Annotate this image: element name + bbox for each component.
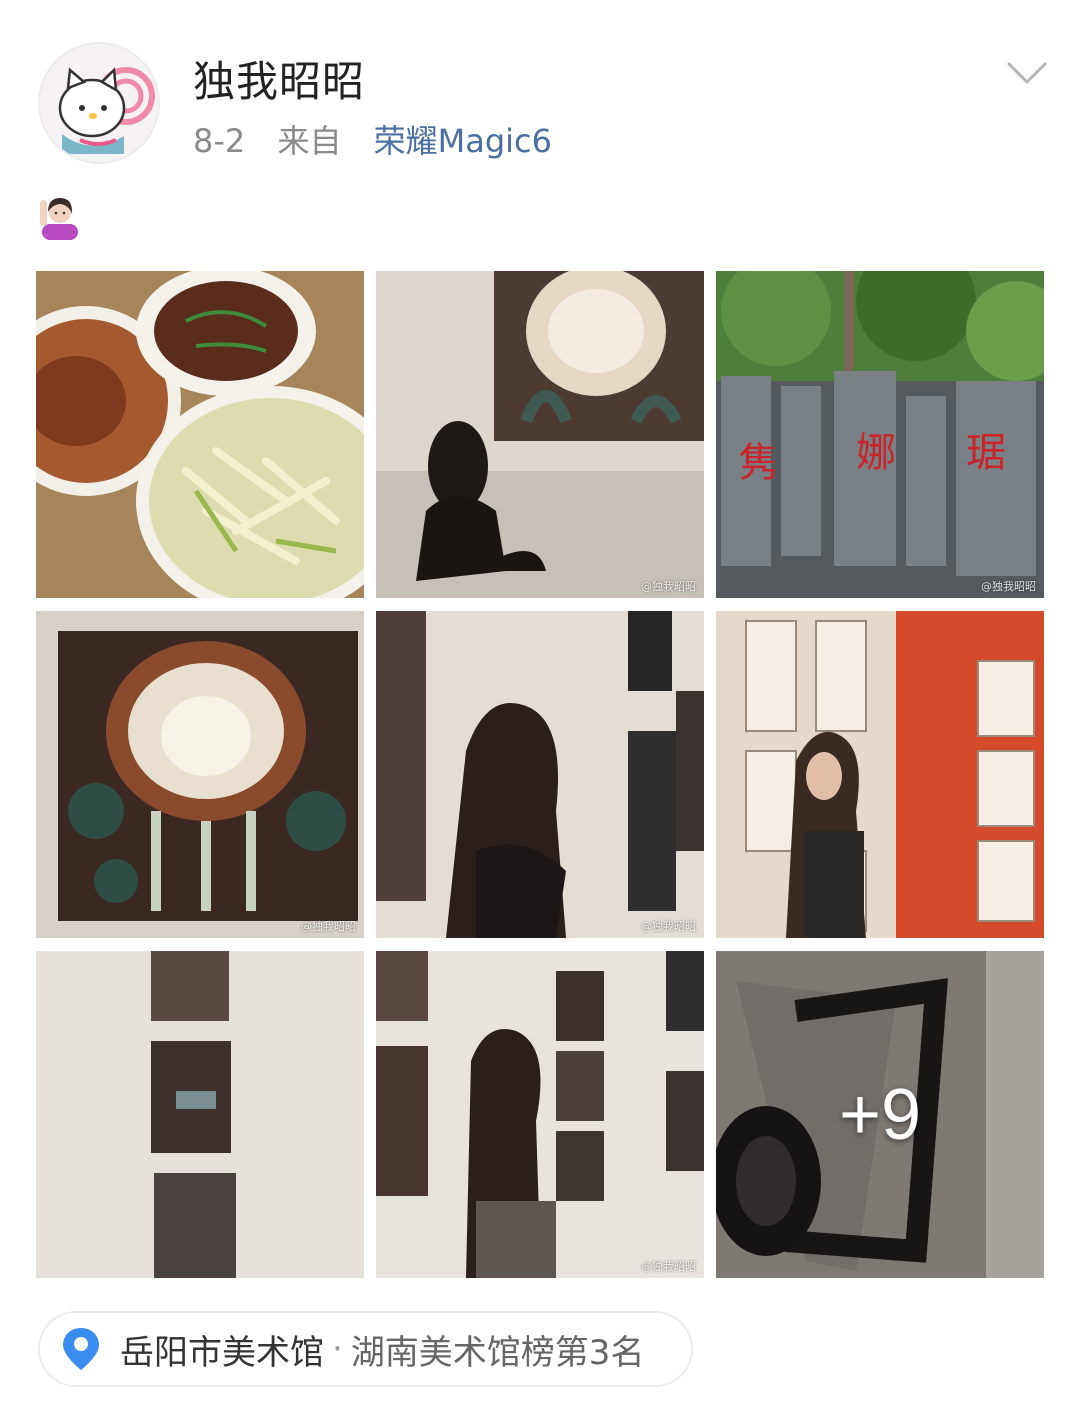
avatar[interactable] [38, 42, 160, 164]
source-prefix: 来自 [277, 122, 342, 160]
location-tag[interactable]: 岳阳市美术馆 · 湖南美术馆榜第3名 [38, 1311, 693, 1387]
svg-text:琚: 琚 [966, 430, 1006, 476]
watermark: @独我昭昭 [641, 1260, 696, 1273]
post-date: 8-2 [193, 122, 246, 160]
location-rank: 湖南美术馆榜第3名 [350, 1332, 645, 1373]
chevron-down-icon[interactable] [1005, 56, 1049, 90]
photo-hanging-photos[interactable] [36, 951, 364, 1278]
photo-grid: @独我昭昭 隽 娜 琚 @独我昭昭 @独我昭昭 @独我昭昭 @独我昭昭 +9 [36, 271, 1044, 1278]
more-photos-overlay: +9 [716, 951, 1044, 1278]
watermark: @独我昭昭 [641, 580, 696, 593]
location-pin-icon [63, 1328, 99, 1370]
photo-food[interactable] [36, 271, 364, 598]
post-meta: 8-2 来自 荣耀Magic6 [193, 116, 552, 162]
cat-avatar-icon [58, 67, 155, 154]
watermark: @独我昭昭 [641, 920, 696, 933]
more-photos-count[interactable]: +9 [839, 1074, 921, 1156]
svg-text:娜: 娜 [856, 430, 896, 476]
photo-girl-viewing-photos[interactable]: @独我昭昭 [376, 951, 704, 1278]
post-header: 独我昭昭 8-2 来自 荣耀Magic6 [0, 0, 1080, 190]
photo-more[interactable]: +9 [716, 951, 1044, 1278]
location-name: 岳阳市美术馆 [120, 1332, 324, 1373]
device-link[interactable]: 荣耀Magic6 [374, 122, 552, 160]
watermark: @独我昭昭 [981, 580, 1036, 593]
woman-raising-hand-icon [40, 198, 78, 240]
location-separator: · [332, 1329, 343, 1369]
svg-text:隽: 隽 [738, 440, 778, 486]
photo-rockery[interactable]: 隽 娜 琚 @独我昭昭 [716, 271, 1044, 598]
photo-painting[interactable]: @独我昭昭 [36, 611, 364, 938]
photo-girl-sitting[interactable]: @独我昭昭 [376, 271, 704, 598]
username[interactable]: 独我昭昭 [193, 48, 365, 109]
photo-red-wall[interactable] [716, 611, 1044, 938]
photo-girl-viewing[interactable]: @独我昭昭 [376, 611, 704, 938]
watermark: @独我昭昭 [301, 920, 356, 933]
